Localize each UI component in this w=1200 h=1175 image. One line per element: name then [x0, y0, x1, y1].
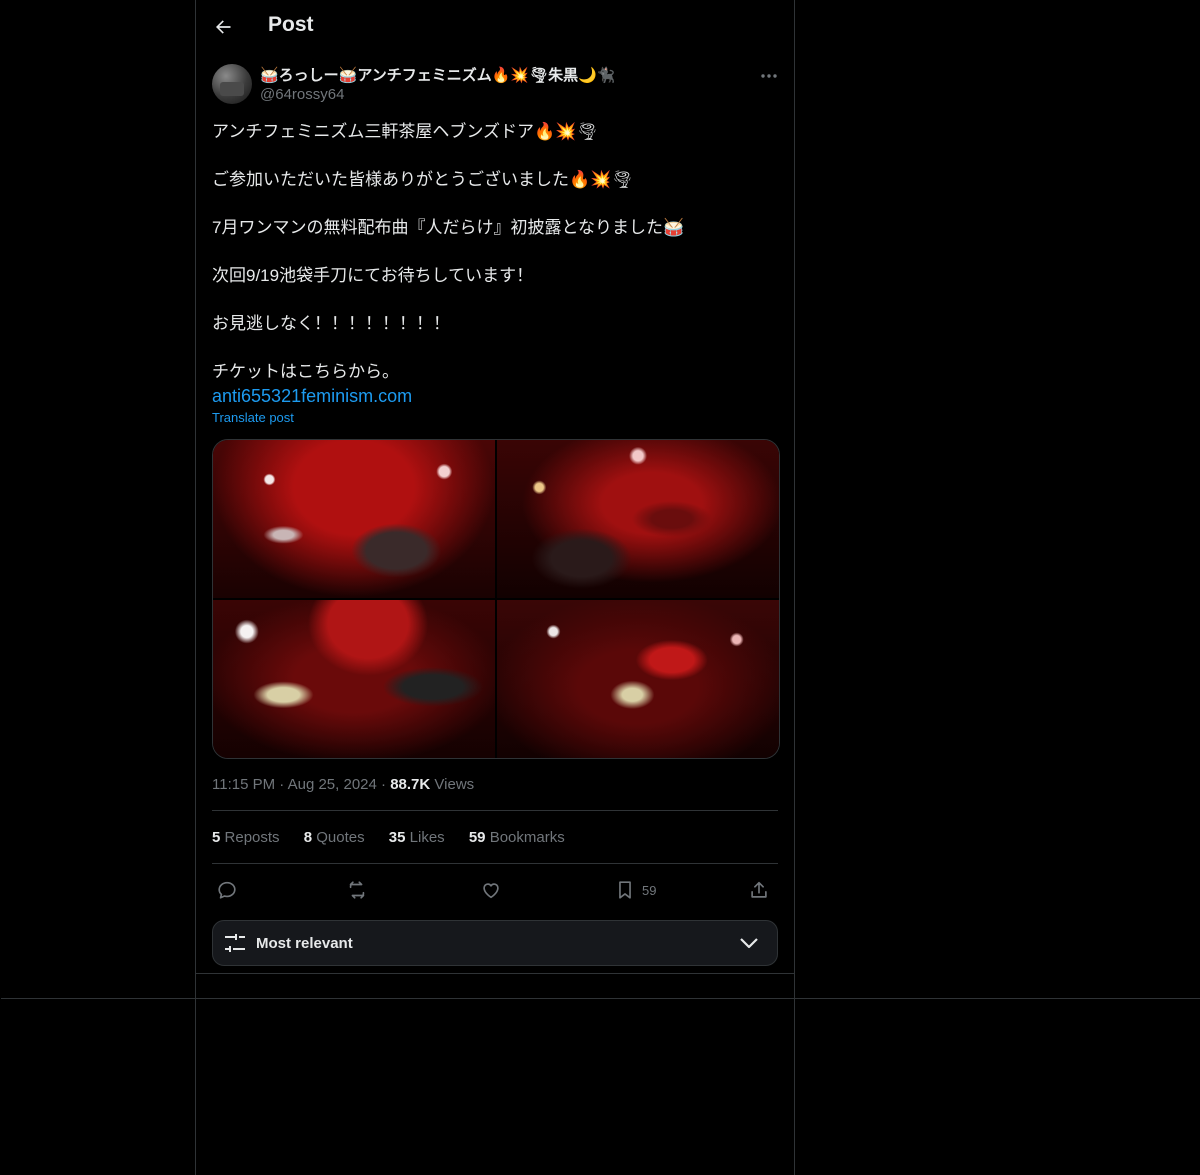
post-line: ご参加いただいた皆様ありがとうございました🔥💥🌪 — [212, 170, 633, 189]
chevron-down-icon — [740, 938, 758, 949]
quotes-label: Quotes — [316, 829, 365, 846]
meta-separator: · — [381, 776, 391, 793]
media-photo-3[interactable] — [213, 600, 495, 758]
heart-icon — [483, 883, 499, 899]
avatar[interactable] — [212, 64, 252, 104]
author-handle[interactable]: @64rossy64 — [260, 86, 344, 103]
likes-stat[interactable]: 35 Likes — [389, 829, 445, 846]
author-display-name[interactable]: 🥁ろっしー🥁アンチフェミニズム🔥💥🌪朱黒🌙🐈‍⬛ — [260, 64, 616, 85]
share-button[interactable] — [748, 878, 770, 902]
reposts-count: 5 — [212, 829, 221, 846]
reposts-stat[interactable]: 5 Reposts — [212, 829, 280, 846]
post-line: 7月ワンマンの無料配布曲『人だらけ』初披露となりました🥁 — [212, 218, 685, 237]
sliders-icon — [225, 934, 245, 952]
more-options-button[interactable] — [757, 66, 781, 86]
post-date[interactable]: Aug 25, 2024 — [288, 776, 377, 793]
media-photo-2[interactable] — [497, 440, 779, 598]
meta-separator: · — [279, 776, 288, 793]
back-button[interactable] — [208, 12, 238, 42]
media-grid — [212, 439, 780, 759]
share-icon — [751, 881, 767, 898]
sort-replies-dropdown[interactable]: Most relevant — [212, 920, 778, 966]
engagement-stats: 5 Reposts 8 Quotes 35 Likes 59 Bookmarks — [212, 829, 585, 846]
bookmarks-stat[interactable]: 59 Bookmarks — [469, 829, 565, 846]
views-label: Views — [434, 776, 475, 793]
like-button[interactable] — [480, 878, 502, 902]
views-count: 88.7K — [390, 776, 431, 793]
main-column: Post 🥁ろっしー🥁アンチフェミニズム🔥💥🌪朱黒🌙🐈‍⬛ @64rossy64… — [1, 0, 1200, 1175]
quotes-stat[interactable]: 8 Quotes — [304, 829, 365, 846]
quotes-count: 8 — [303, 829, 313, 846]
bookmarks-count: 59 — [468, 829, 486, 846]
more-dots-icon — [761, 74, 777, 78]
bookmark-count: 59 — [642, 882, 657, 898]
action-bar: 59 — [212, 874, 778, 906]
post-line: お見逃しなく！！！！！！！！ — [212, 314, 450, 333]
repost-button[interactable] — [346, 878, 368, 902]
header: Post — [196, 0, 794, 54]
post-meta: 11:15 PM · Aug 25, 2024 · 88.7K Views — [212, 776, 474, 793]
bookmark-button[interactable]: 59 — [614, 878, 656, 902]
repost-icon — [349, 881, 365, 899]
media-photo-4[interactable] — [497, 600, 779, 758]
media-photo-1[interactable] — [213, 440, 495, 598]
reposts-label: Reposts — [224, 829, 280, 846]
divider — [212, 863, 778, 864]
post-line: 次回9/19池袋手刀にてお待ちしています！ — [212, 266, 534, 285]
sort-label: Most relevant — [256, 935, 353, 952]
divider — [1, 998, 1200, 999]
reply-button[interactable] — [216, 878, 238, 902]
likes-label: Likes — [409, 829, 445, 846]
bookmarks-label: Bookmarks — [489, 829, 565, 846]
post-time[interactable]: 11:15 PM — [212, 776, 275, 793]
post-text: アンチフェミニズム三軒茶屋ヘブンズドア🔥💥🌪 ご参加いただいた皆様ありがとうござ… — [212, 120, 772, 409]
divider — [196, 973, 794, 974]
bookmark-icon — [619, 881, 631, 899]
post-line: アンチフェミニズム三軒茶屋ヘブンズドア🔥💥🌪 — [212, 122, 598, 141]
reply-icon — [218, 881, 236, 899]
page-title: Post — [268, 13, 314, 36]
arrow-left-icon — [216, 20, 231, 34]
likes-count: 35 — [388, 829, 406, 846]
post-line: チケットはこちらから。 — [212, 362, 399, 381]
divider — [212, 810, 778, 811]
post-link[interactable]: anti655321feminism.com — [212, 386, 412, 406]
translate-post-link[interactable]: Translate post — [212, 410, 294, 425]
